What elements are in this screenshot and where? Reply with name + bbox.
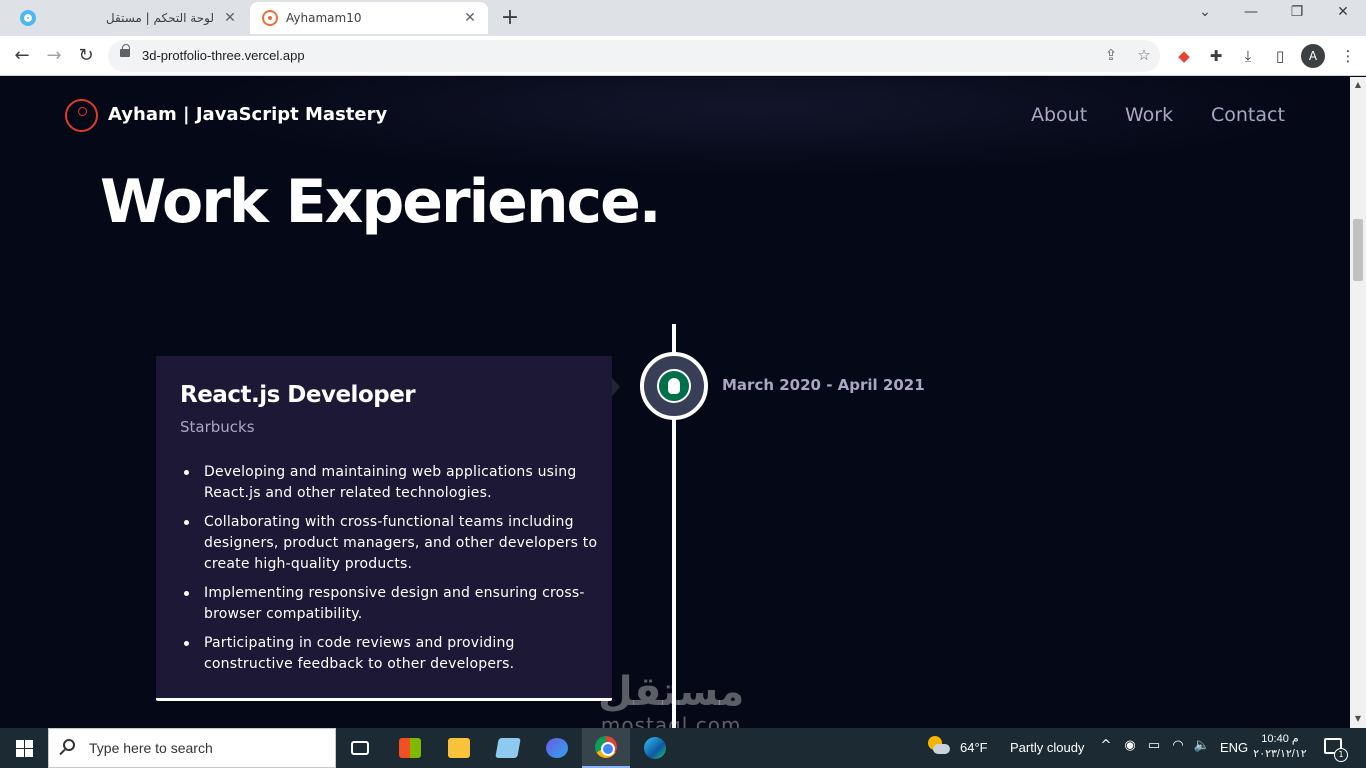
mostaql-favicon-icon bbox=[20, 10, 36, 26]
tab-close-icon[interactable]: ✕ bbox=[222, 10, 238, 26]
lock-icon[interactable] bbox=[120, 44, 130, 57]
minimize-button[interactable]: — bbox=[1228, 4, 1274, 20]
wifi-icon[interactable]: ◠ bbox=[1168, 738, 1188, 753]
scroll-up-icon[interactable]: ▲ bbox=[1350, 80, 1366, 89]
experience-point: Developing and maintaining web applicati… bbox=[180, 462, 600, 504]
notepad-app-icon[interactable] bbox=[484, 728, 532, 768]
bookmark-star-icon[interactable]: ☆ bbox=[1134, 46, 1154, 64]
experience-point: Collaborating with cross-functional team… bbox=[180, 512, 600, 575]
nav-link-work[interactable]: Work bbox=[1125, 104, 1173, 126]
taskbar-search[interactable]: Type here to search bbox=[48, 728, 336, 768]
clock-date: ٢٠٢٣/١٢/١٢ bbox=[1253, 748, 1307, 760]
extensions-icon[interactable]: ✚ bbox=[1204, 44, 1228, 68]
app-launcher-icon[interactable] bbox=[533, 728, 581, 768]
task-view-icon[interactable] bbox=[336, 728, 384, 768]
portfolio-favicon-icon bbox=[262, 10, 278, 26]
forward-button[interactable]: → bbox=[42, 44, 66, 68]
show-hidden-icons-chevron-icon[interactable]: ^ bbox=[1096, 738, 1116, 753]
restore-button[interactable]: ❐ bbox=[1274, 4, 1320, 20]
experience-card: React.js Developer Starbucks Developing … bbox=[156, 356, 612, 701]
nav-link-about[interactable]: About bbox=[1031, 104, 1087, 126]
download-icon[interactable]: ⤓ bbox=[1236, 44, 1260, 68]
portfolio-page: Ayham | JavaScript Mastery About Work Co… bbox=[0, 77, 1350, 728]
starbucks-logo-icon bbox=[640, 352, 708, 420]
chrome-taskbar-icon[interactable] bbox=[582, 728, 630, 768]
search-icon bbox=[63, 739, 75, 751]
meet-now-icon[interactable]: ◉ bbox=[1120, 738, 1140, 753]
job-title: React.js Developer bbox=[180, 382, 416, 408]
weather-condition[interactable]: Partly cloudy bbox=[1010, 740, 1084, 755]
browser-tab-strip: لوحة التحكم | مستقل ✕ Ayhamam10 ✕ + ⌄ — … bbox=[0, 0, 1366, 36]
nav-link-contact[interactable]: Contact bbox=[1211, 104, 1285, 126]
experience-point: Participating in code reviews and provid… bbox=[180, 633, 600, 675]
reload-button[interactable]: ↻ bbox=[74, 44, 98, 68]
side-panel-icon[interactable]: ▯ bbox=[1268, 44, 1292, 68]
extension-pin-icon[interactable]: ◆ bbox=[1172, 44, 1196, 68]
browser-menu-icon[interactable]: ⋮ bbox=[1336, 44, 1360, 68]
search-placeholder: Type here to search bbox=[89, 740, 213, 756]
site-brand[interactable]: Ayham | JavaScript Mastery bbox=[108, 104, 387, 125]
weather-partly-cloudy-icon[interactable] bbox=[928, 736, 950, 758]
experience-date: March 2020 - April 2021 bbox=[722, 376, 925, 394]
clock-time: 10:40 م bbox=[1261, 733, 1299, 745]
experience-points: Developing and maintaining web applicati… bbox=[180, 462, 600, 683]
tab-close-icon[interactable]: ✕ bbox=[462, 10, 478, 26]
company-name: Starbucks bbox=[180, 418, 255, 436]
card-arrow bbox=[612, 378, 620, 396]
new-tab-button[interactable]: + bbox=[498, 5, 522, 30]
mostaql-watermark: مستقل mostaql.com bbox=[598, 670, 744, 736]
scroll-thumb[interactable] bbox=[1353, 219, 1363, 281]
hero-glow bbox=[180, 77, 1330, 177]
watermark-arabic: مستقل bbox=[598, 669, 745, 715]
share-icon[interactable]: ⇪ bbox=[1101, 46, 1121, 64]
weather-temperature[interactable]: 64°F bbox=[960, 740, 988, 755]
browser-toolbar: ← → ↻ 3d-protfolio-three.vercel.app ⇪ ☆ … bbox=[0, 36, 1366, 76]
file-explorer-icon[interactable] bbox=[435, 728, 483, 768]
tab-search-chevron-icon[interactable]: ⌄ bbox=[1182, 4, 1228, 20]
page-scrollbar[interactable]: ▲ ▼ bbox=[1350, 77, 1366, 728]
tab-ayhamam10[interactable]: Ayhamam10 ✕ bbox=[250, 2, 488, 34]
notification-count-badge: 1 bbox=[1334, 748, 1348, 762]
windows-taskbar: Type here to search 64°F Partly cloudy ^… bbox=[0, 728, 1366, 768]
close-window-button[interactable]: ✕ bbox=[1320, 4, 1366, 20]
back-button[interactable]: ← bbox=[10, 44, 34, 68]
experience-point: Implementing responsive design and ensur… bbox=[180, 583, 600, 625]
start-button-windows-icon[interactable] bbox=[0, 728, 48, 768]
scroll-down-icon[interactable]: ▼ bbox=[1350, 714, 1366, 723]
profile-avatar[interactable]: A bbox=[1301, 44, 1325, 68]
system-clock[interactable]: 10:40 م ٢٠٢٣/١٢/١٢ bbox=[1252, 732, 1308, 762]
section-heading: Work Experience. bbox=[100, 167, 662, 237]
site-logo-icon[interactable] bbox=[65, 99, 98, 132]
tab-mostaql-dashboard[interactable]: لوحة التحكم | مستقل ✕ bbox=[8, 2, 248, 34]
starbucks-siren-icon bbox=[657, 369, 691, 403]
tab-title: لوحة التحكم | مستقل bbox=[105, 11, 214, 25]
microsoft-store-icon[interactable] bbox=[386, 728, 434, 768]
volume-icon[interactable]: 🔈 bbox=[1192, 738, 1212, 753]
input-language[interactable]: ENG bbox=[1220, 740, 1248, 755]
tab-title: Ayhamam10 bbox=[286, 11, 362, 25]
url-text[interactable]: 3d-protfolio-three.vercel.app bbox=[142, 48, 305, 63]
address-bar[interactable]: 3d-protfolio-three.vercel.app ⇪ ☆ bbox=[108, 40, 1160, 72]
battery-icon[interactable]: ▭ bbox=[1144, 738, 1164, 753]
edge-taskbar-icon[interactable] bbox=[631, 728, 679, 768]
